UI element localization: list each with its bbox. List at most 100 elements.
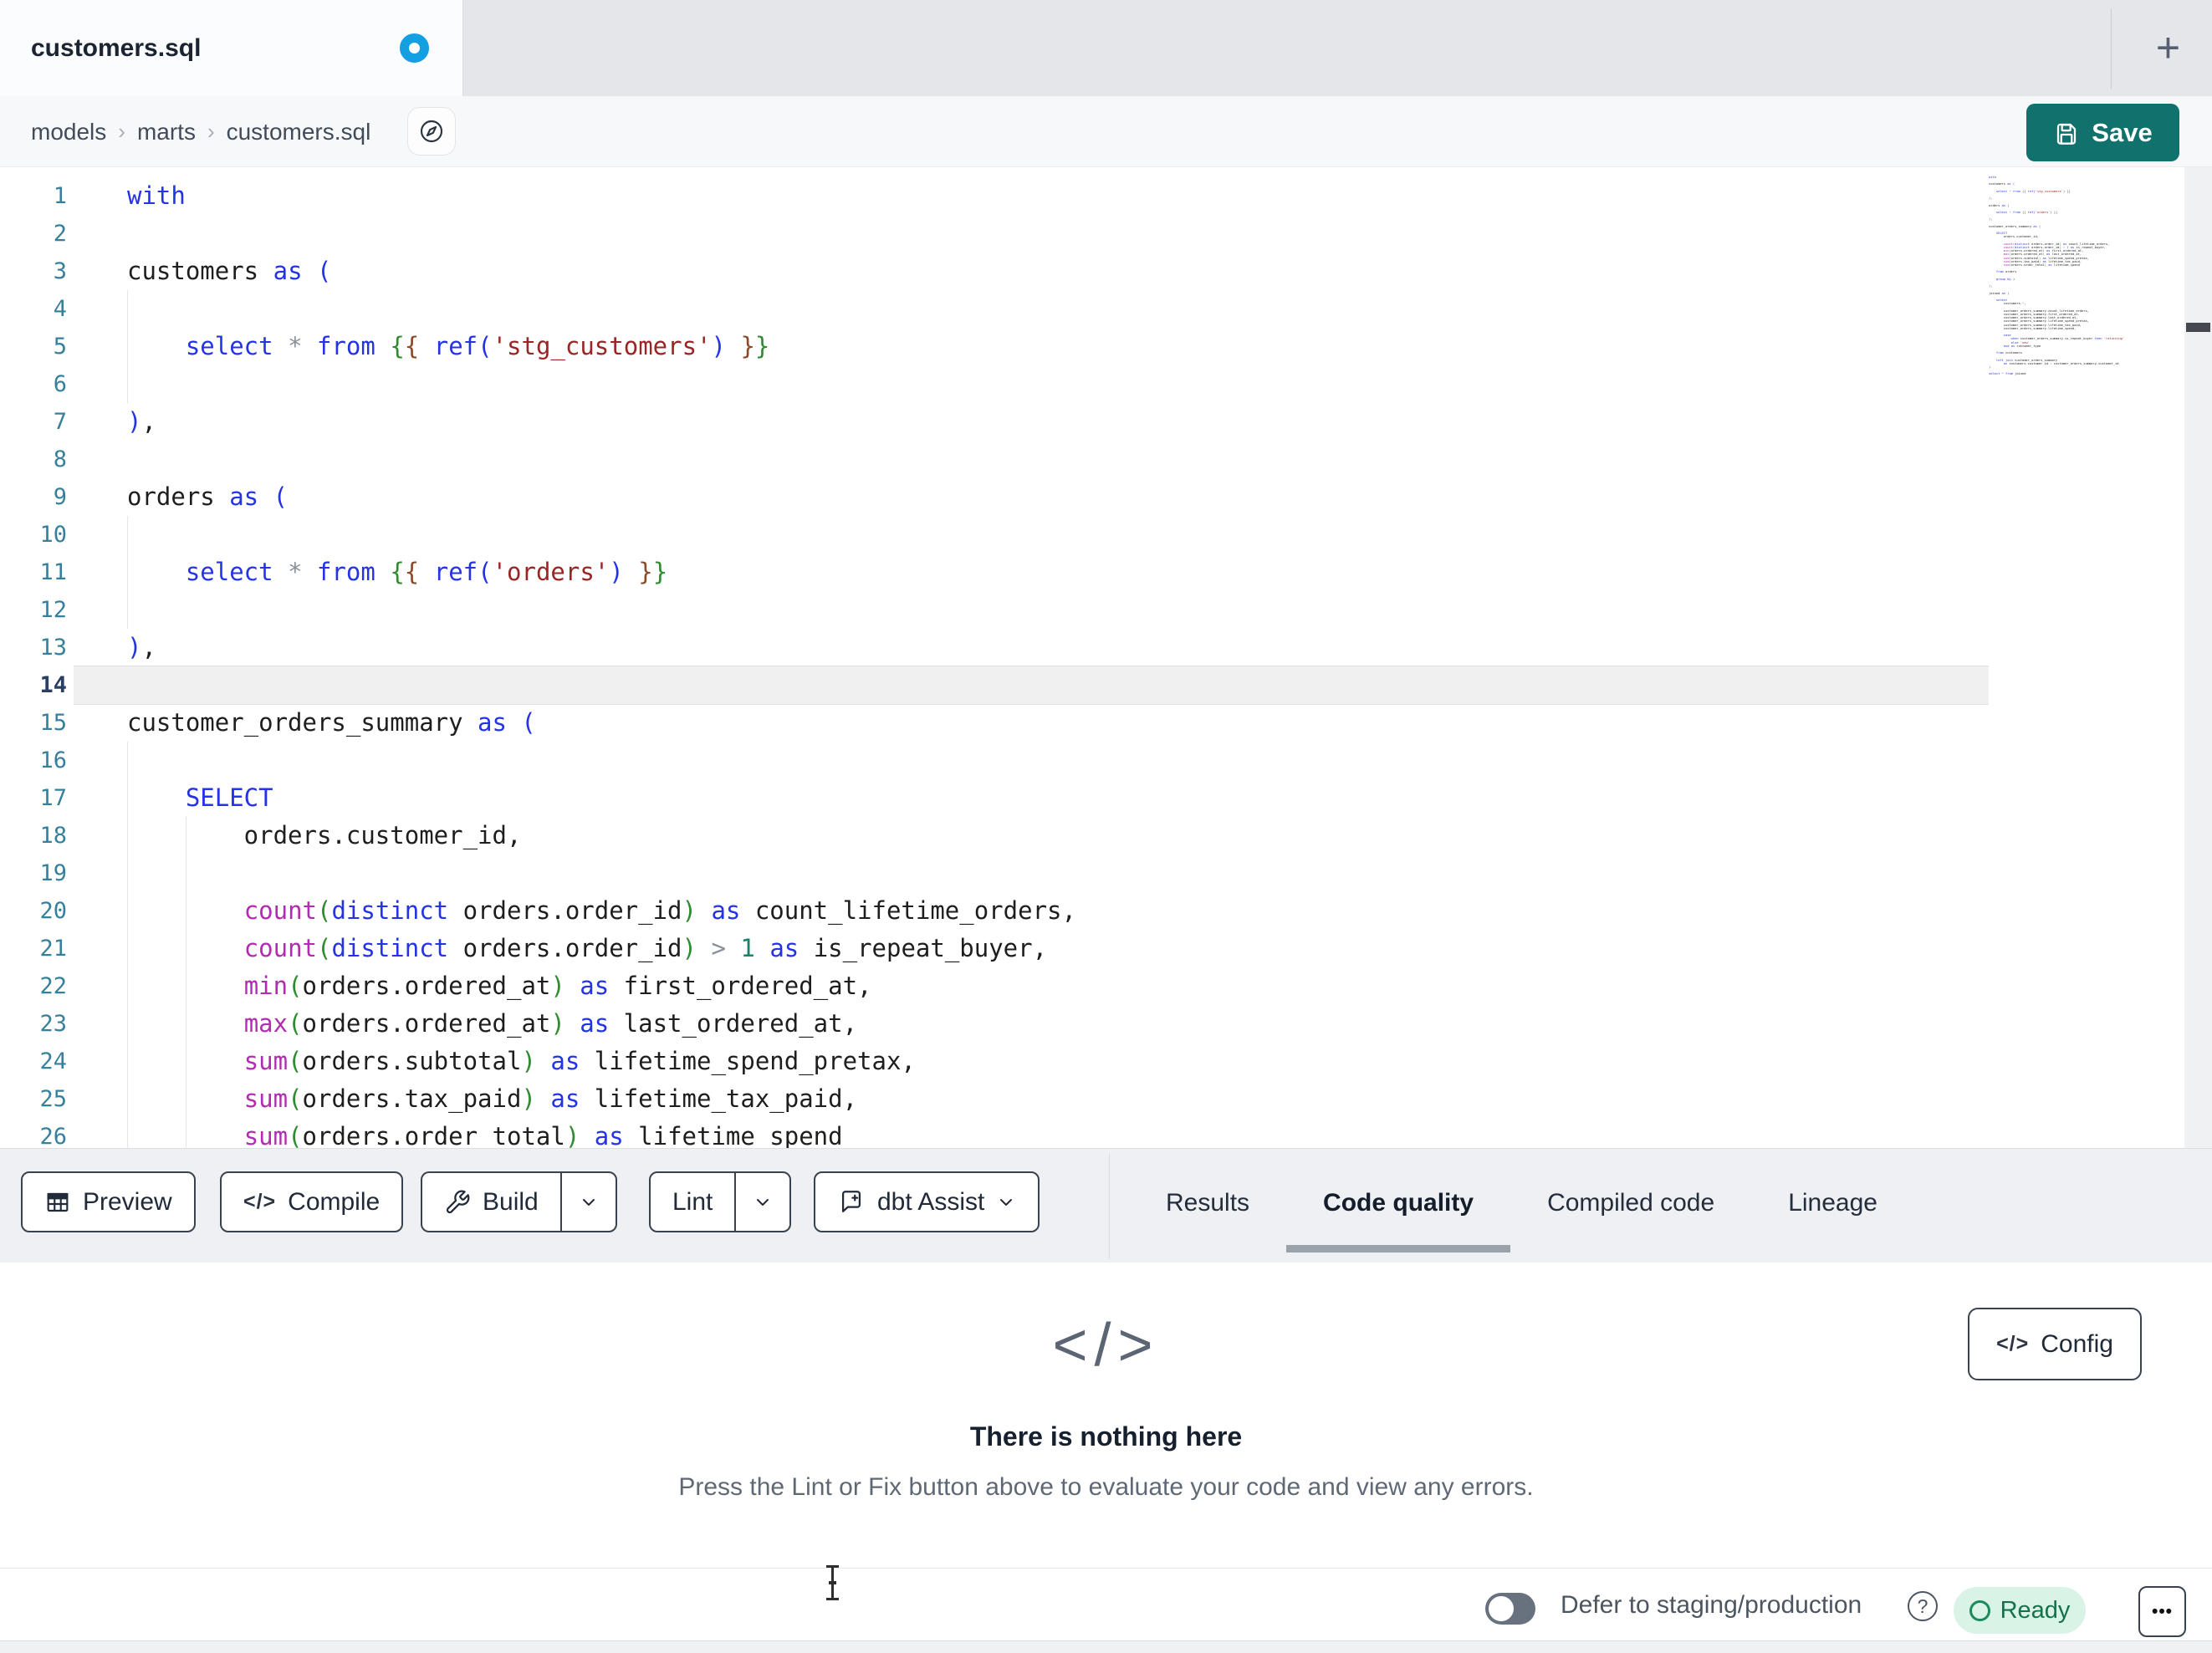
line-number: 25 xyxy=(39,1086,67,1112)
compass-icon xyxy=(418,118,445,145)
code-line[interactable]: 4 xyxy=(0,290,2212,328)
minimap-code: with customers as ( select * from {{ ref… xyxy=(1989,176,2125,376)
code-line[interactable]: 16 xyxy=(0,742,2212,779)
line-number: 22 xyxy=(39,973,67,999)
code-line[interactable]: 20 count(distinct orders.order_id) as co… xyxy=(0,892,2212,930)
new-tab-button[interactable]: + xyxy=(2124,0,2212,94)
breadcrumb-item-file[interactable]: customers.sql xyxy=(227,119,371,145)
editor-scrollbar-marker[interactable] xyxy=(2186,323,2210,332)
code-lines[interactable]: 1 with 2 3 customers as (4 5 select * from {{… xyxy=(0,167,2212,1148)
minimap[interactable]: with customers as ( select * from {{ ref… xyxy=(1989,176,2184,418)
code-line[interactable]: 19 xyxy=(0,855,2212,892)
code-text: sum(orders.subtotal) as lifetime_spend_p… xyxy=(243,1047,916,1075)
preview-button[interactable]: Preview xyxy=(21,1171,196,1232)
result-tabs: Results Code quality Compiled code Linea… xyxy=(1129,1149,1914,1263)
file-tab-title: customers.sql xyxy=(31,34,202,62)
code-text: max(orders.ordered_at) as last_ordered_a… xyxy=(243,1009,858,1038)
compile-button-label: Compile xyxy=(288,1187,381,1216)
code-line[interactable]: 3 customers as ( xyxy=(0,253,2212,290)
compile-button[interactable]: </> Compile xyxy=(220,1171,404,1232)
code-text: orders as ( xyxy=(127,482,289,511)
code-line[interactable]: 8 xyxy=(0,441,2212,478)
code-line[interactable]: 5 select * from {{ ref('stg_customers') … xyxy=(0,328,2212,365)
file-tab-customers-sql[interactable]: customers.sql xyxy=(0,0,463,96)
breadcrumb-separator: › xyxy=(118,119,125,144)
table-preview-icon xyxy=(44,1189,71,1216)
code-line[interactable]: 2 xyxy=(0,215,2212,253)
breadcrumb-item-models[interactable]: models xyxy=(31,119,106,145)
dbt-ide-window: customers.sql + models › marts › custome… xyxy=(0,0,2212,1653)
floppy-save-icon xyxy=(2053,120,2080,146)
code-line[interactable]: 23 max(orders.ordered_at) as last_ordere… xyxy=(0,1005,2212,1043)
line-number: 14 xyxy=(39,672,67,698)
code-line[interactable]: 1 with xyxy=(0,177,2212,215)
line-number: 18 xyxy=(39,823,67,849)
defer-toggle[interactable] xyxy=(1485,1593,1535,1625)
help-icon[interactable]: ? xyxy=(1908,1591,1938,1621)
line-number: 17 xyxy=(39,785,67,811)
line-number: 6 xyxy=(53,371,67,397)
code-line[interactable]: 25 sum(orders.tax_paid) as lifetime_tax_… xyxy=(0,1080,2212,1118)
breadcrumb-separator: › xyxy=(207,119,215,144)
editor-scrollbar[interactable] xyxy=(2184,167,2212,1148)
action-strip: Preview </> Compile Build Lint dbt Assis… xyxy=(0,1148,2212,1263)
code-line[interactable]: 18 orders.customer_id, xyxy=(0,817,2212,855)
chat-sparkle-icon xyxy=(837,1188,866,1217)
code-editor[interactable]: 1 with 2 3 customers as (4 5 select * from {{… xyxy=(0,167,2212,1148)
code-line[interactable]: 21 count(distinct orders.order_id) > 1 a… xyxy=(0,930,2212,967)
breadcrumb-item-marts[interactable]: marts xyxy=(137,119,196,145)
strip-divider xyxy=(1109,1154,1110,1258)
code-line[interactable]: 11 select * from {{ ref('orders') }} xyxy=(0,554,2212,591)
code-line[interactable]: 12 xyxy=(0,591,2212,629)
line-number: 3 xyxy=(53,258,67,284)
build-button-main[interactable]: Build xyxy=(422,1173,560,1231)
lint-split-button[interactable]: Lint xyxy=(649,1171,792,1232)
build-dropdown-toggle[interactable] xyxy=(559,1173,616,1231)
line-number: 2 xyxy=(53,221,67,247)
line-number: 1 xyxy=(53,183,67,209)
line-number: 26 xyxy=(39,1124,67,1148)
tab-results[interactable]: Results xyxy=(1129,1149,1286,1263)
defer-label: Defer to staging/production xyxy=(1561,1591,1862,1619)
toggle-knob xyxy=(1489,1596,1514,1621)
code-line[interactable]: 22 min(orders.ordered_at) as first_order… xyxy=(0,967,2212,1005)
build-button-label: Build xyxy=(483,1187,539,1216)
line-number: 12 xyxy=(39,597,67,623)
lint-dropdown-toggle[interactable] xyxy=(734,1173,789,1231)
code-line[interactable]: 9 orders as ( xyxy=(0,478,2212,516)
code-line[interactable]: 6 xyxy=(0,365,2212,403)
overflow-menu-button[interactable]: ••• xyxy=(2138,1586,2186,1637)
status-bar: Defer to staging/production ? Ready ••• xyxy=(0,1568,2212,1640)
explore-compass-button[interactable] xyxy=(407,107,456,156)
empty-state-title: There is nothing here xyxy=(969,1421,1243,1451)
code-line[interactable]: 15 customer_orders_summary as ( xyxy=(0,704,2212,742)
code-line[interactable]: 26 sum(orders.order_total) as lifetime_s… xyxy=(0,1118,2212,1148)
code-line[interactable]: 7), xyxy=(0,403,2212,441)
code-text: select * from {{ ref('stg_customers') }} xyxy=(185,332,770,360)
status-badge-label: Ready xyxy=(2000,1596,2071,1624)
tab-code-quality[interactable]: Code quality xyxy=(1286,1149,1511,1263)
code-text: with xyxy=(127,181,186,210)
code-line[interactable]: 14 xyxy=(0,666,2212,705)
breadcrumb-bar: models › marts › customers.sql Save xyxy=(0,96,2212,167)
save-button[interactable]: Save xyxy=(2026,104,2179,161)
line-number: 16 xyxy=(39,747,67,773)
dbt-assist-button[interactable]: dbt Assist xyxy=(814,1171,1040,1232)
code-line[interactable]: 24 sum(orders.subtotal) as lifetime_spen… xyxy=(0,1043,2212,1080)
line-number: 24 xyxy=(39,1048,67,1074)
code-line[interactable]: 10 xyxy=(0,516,2212,554)
line-number: 23 xyxy=(39,1011,67,1037)
config-button[interactable]: </> Config xyxy=(1968,1308,2142,1380)
line-number: 10 xyxy=(39,522,67,548)
code-text: orders.customer_id, xyxy=(127,821,522,849)
tab-compiled-code[interactable]: Compiled code xyxy=(1510,1149,1751,1263)
line-number: 5 xyxy=(53,334,67,360)
code-line[interactable]: 13), xyxy=(0,629,2212,666)
tab-lineage[interactable]: Lineage xyxy=(1751,1149,1914,1263)
code-line[interactable]: 17 SELECT xyxy=(0,779,2212,817)
preview-button-label: Preview xyxy=(83,1187,172,1216)
build-split-button[interactable]: Build xyxy=(421,1171,617,1232)
lint-button-main[interactable]: Lint xyxy=(651,1173,734,1231)
code-text: SELECT xyxy=(185,783,273,812)
code-text: min(orders.ordered_at) as first_ordered_… xyxy=(243,972,872,1000)
